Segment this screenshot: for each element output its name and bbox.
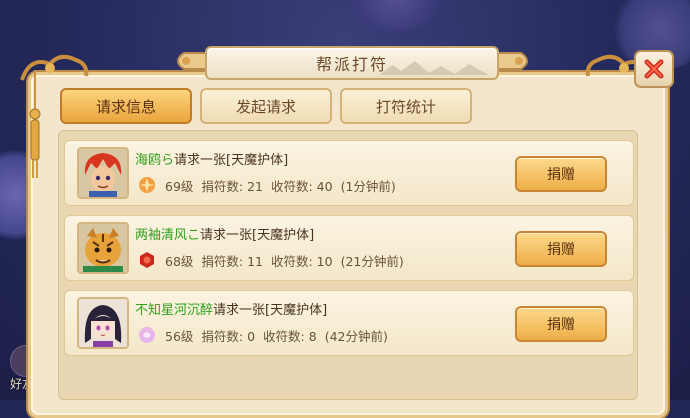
- request-message: 不知星河沉醉请求一张[天魔护体]: [135, 299, 327, 318]
- request-row: 海鸥ら请求一张[天魔护体] 69级 捐符数: 21 收符数: 40 (1分钟前)…: [64, 140, 634, 206]
- tab-label: 打符统计: [375, 97, 436, 116]
- cloud-ornament-icon: [20, 54, 89, 81]
- tab-label: 发起请求: [235, 97, 296, 116]
- title-scroll-end-icon: [177, 52, 210, 70]
- donated-count: 捐符数: 11: [201, 253, 263, 269]
- player-level: 68级: [165, 253, 194, 269]
- tiger-beast-portrait-icon: [79, 224, 127, 272]
- donate-button[interactable]: 捐赠: [515, 156, 607, 192]
- tab-make-request[interactable]: 发起请求: [200, 88, 332, 124]
- orange-emblem-icon: [137, 175, 157, 195]
- donated-count: 捐符数: 0: [201, 328, 256, 344]
- player-level: 69级: [165, 178, 194, 194]
- tab-request-info[interactable]: 请求信息: [60, 88, 192, 124]
- tassel-decoration-icon: [29, 70, 41, 178]
- window-title-plate: 帮派打符: [205, 46, 499, 80]
- request-text: 请求一张[天魔护体]: [200, 228, 315, 243]
- player-stats: 68级 捐符数: 11 收符数: 10 (21分钟前): [137, 250, 412, 270]
- donate-button-label: 捐赠: [547, 317, 575, 333]
- player-stats: 56级 捐符数: 0 收符数: 8 (42分钟前): [137, 325, 396, 345]
- dark-haired-maiden-portrait-icon: [79, 299, 127, 347]
- player-avatar: [77, 297, 129, 349]
- title-scroll-end-icon: [495, 52, 528, 70]
- player-stats: 69级 捐符数: 21 收符数: 40 (1分钟前): [137, 175, 404, 195]
- received-count: 收符数: 8: [263, 328, 317, 344]
- mountain-ink-icon: [379, 61, 489, 75]
- request-row: 不知星河沉醉请求一张[天魔护体] 56级 捐符数: 0 收符数: 8 (42分钟…: [64, 290, 634, 356]
- donate-button-label: 捐赠: [547, 242, 575, 258]
- tab-label: 请求信息: [95, 97, 156, 116]
- window-title: 帮派打符: [315, 55, 388, 74]
- request-time: (1分钟前): [340, 178, 396, 194]
- tab-talisman-stats[interactable]: 打符统计: [340, 88, 472, 124]
- request-message: 海鸥ら请求一张[天魔护体]: [135, 149, 288, 168]
- player-level: 56级: [165, 328, 194, 344]
- player-name[interactable]: 两袖清风こ: [135, 228, 200, 243]
- player-name[interactable]: 不知星河沉醉: [135, 303, 213, 318]
- request-text: 请求一张[天魔护体]: [213, 303, 328, 318]
- donate-button-label: 捐赠: [547, 167, 575, 183]
- request-time: (21分钟前): [340, 253, 404, 269]
- request-row: 两袖清风こ请求一张[天魔护体] 68级 捐符数: 11 收符数: 10 (21分…: [64, 215, 634, 281]
- close-button[interactable]: [634, 50, 674, 88]
- close-x-icon: [644, 59, 664, 79]
- donate-button[interactable]: 捐赠: [515, 306, 607, 342]
- request-time: (42分钟前): [324, 328, 388, 344]
- request-message: 两袖清风こ请求一张[天魔护体]: [135, 224, 314, 243]
- player-avatar: [77, 222, 129, 274]
- red-haired-hero-portrait-icon: [79, 149, 127, 197]
- received-count: 收符数: 40: [271, 178, 333, 194]
- donate-button[interactable]: 捐赠: [515, 231, 607, 267]
- red-emblem-icon: [137, 250, 157, 270]
- background-lantern: [340, 0, 450, 30]
- player-avatar: [77, 147, 129, 199]
- player-name[interactable]: 海鸥ら: [135, 153, 174, 168]
- request-text: 请求一张[天魔护体]: [174, 153, 289, 168]
- donated-count: 捐符数: 21: [201, 178, 263, 194]
- received-count: 收符数: 10: [271, 253, 333, 269]
- pink-emblem-icon: [137, 325, 157, 345]
